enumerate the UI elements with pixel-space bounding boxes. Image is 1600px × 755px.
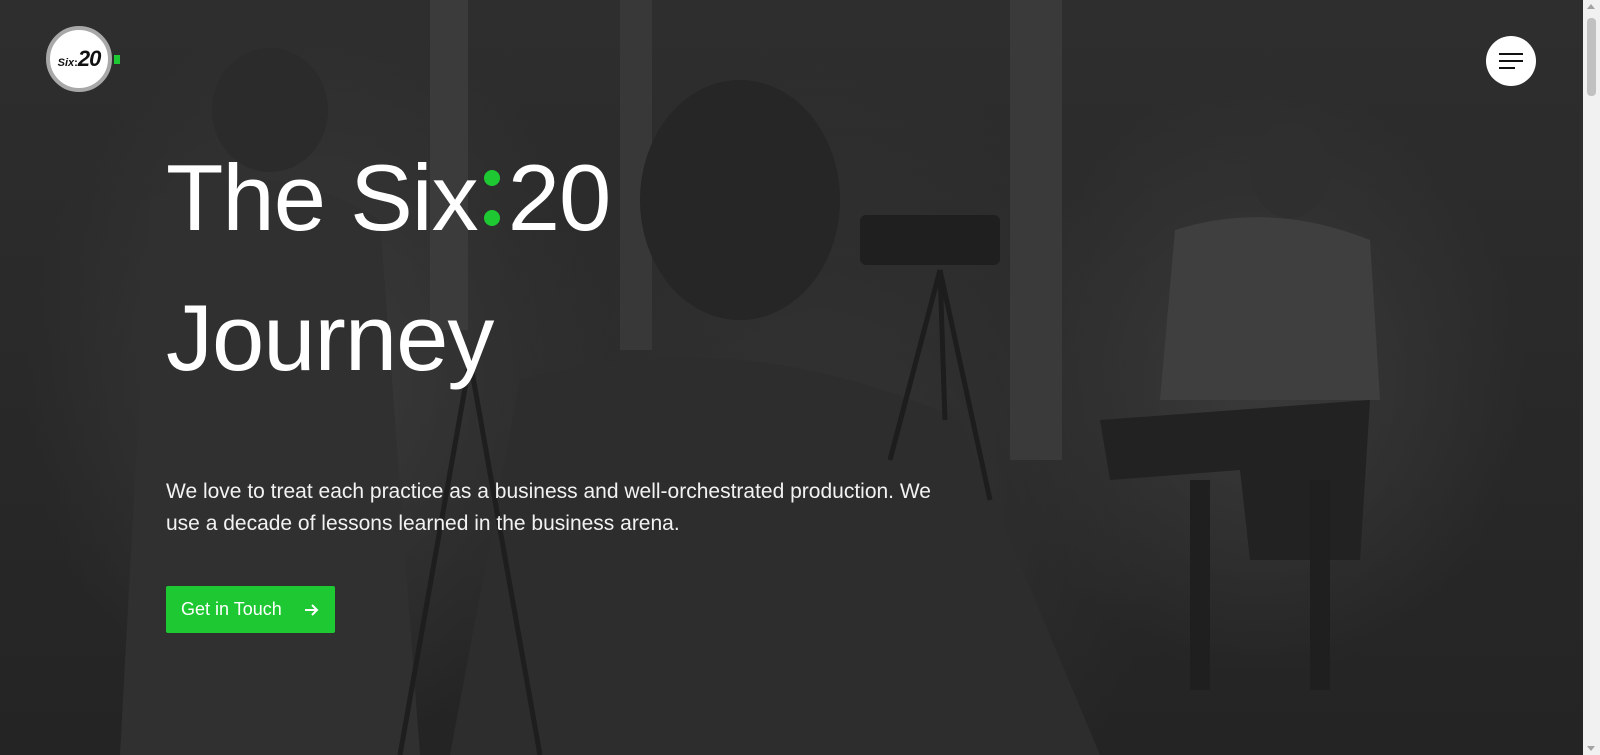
get-in-touch-button[interactable]: Get in Touch [166, 586, 335, 633]
cta-label: Get in Touch [181, 599, 282, 619]
page-scrollbar[interactable] [1583, 0, 1600, 755]
hamburger-menu-icon-line-short [1499, 67, 1515, 69]
hero-title-line-1: The Six 20 [166, 128, 986, 268]
title-part-2: 20 [507, 145, 612, 250]
hamburger-menu-icon [1499, 53, 1523, 55]
green-colon-icon [480, 160, 506, 230]
logo-number: 20 [77, 46, 102, 71]
arrow-right-icon [304, 603, 319, 616]
scroll-thumb[interactable] [1587, 18, 1596, 96]
menu-button[interactable] [1486, 36, 1536, 86]
title-part-1: The Six [166, 145, 479, 250]
hamburger-menu-icon-line [1499, 60, 1523, 62]
logo-six: Six [57, 57, 75, 69]
logo-accent-mark [114, 55, 120, 64]
page: Six:20 The Six 20 Journey We love to trea… [0, 0, 1583, 755]
hero-section: The Six 20 Journey We love to treat each … [166, 128, 986, 633]
scroll-down-arrow-icon[interactable] [1587, 746, 1595, 751]
hero-description: We love to treat each practice as a busi… [166, 480, 931, 535]
site-logo[interactable]: Six:20 [46, 26, 112, 92]
scroll-up-arrow-icon[interactable] [1587, 4, 1595, 9]
hero-title-line-2: Journey [166, 285, 494, 390]
logo-wordmark: Six:20 [57, 46, 102, 72]
hero-title: The Six 20 Journey [166, 128, 986, 408]
